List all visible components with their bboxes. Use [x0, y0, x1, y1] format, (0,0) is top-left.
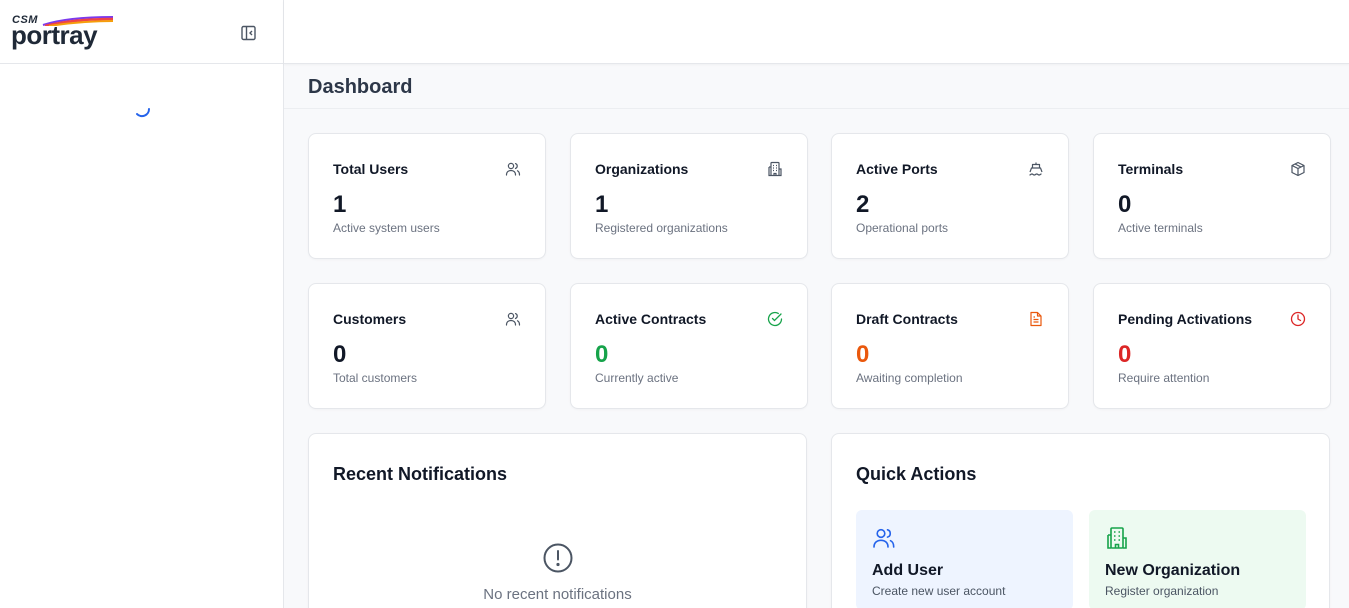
page-header: Dashboard — [284, 64, 1349, 109]
users-icon — [873, 528, 895, 548]
sidebar: CSM portray — [0, 0, 284, 608]
loading-spinner-icon — [136, 108, 151, 118]
stat-title: Active Ports — [856, 161, 938, 177]
quick-actions-panel: Quick Actions Add User Create new user a… — [831, 433, 1330, 608]
stat-value: 2 — [856, 191, 870, 218]
stat-card-terminals: Terminals 0 Active terminals — [1093, 133, 1331, 259]
check-circle-icon — [767, 311, 783, 327]
box-icon — [1291, 161, 1305, 177]
stat-description: Operational ports — [856, 221, 949, 235]
document-icon — [1030, 311, 1042, 327]
users-icon — [505, 312, 521, 326]
quick-action-description: Create new user account — [872, 584, 1006, 598]
panel-title: Quick Actions — [856, 464, 977, 484]
stat-value: 0 — [1118, 191, 1132, 218]
empty-state-text: No recent notifications — [483, 586, 632, 603]
new-organization-button[interactable]: New Organization Register organization — [1089, 510, 1306, 608]
logo[interactable]: CSM portray — [11, 14, 115, 50]
building-icon — [768, 161, 782, 177]
building-icon — [1107, 527, 1127, 549]
quick-action-title: New Organization — [1105, 562, 1241, 579]
stat-value: 0 — [856, 341, 870, 368]
alert-circle-icon — [543, 543, 573, 573]
page-title: Dashboard — [308, 76, 413, 98]
stat-title: Pending Activations — [1118, 311, 1253, 327]
stat-description: Currently active — [595, 371, 679, 385]
stat-value: 0 — [333, 341, 347, 368]
add-user-button[interactable]: Add User Create new user account — [856, 510, 1073, 608]
stat-value: 1 — [595, 191, 609, 218]
stat-card-organizations: Organizations 1 Registered organizations — [570, 133, 808, 259]
stat-value: 0 — [595, 341, 609, 368]
quick-action-title: Add User — [872, 562, 944, 579]
recent-notifications-panel: Recent Notifications No recent notificat… — [308, 433, 807, 608]
stat-card-total-users: Total Users 1 Active system users — [308, 133, 546, 259]
stat-title: Total Users — [333, 161, 409, 177]
stat-value: 1 — [333, 191, 347, 218]
stat-card-active-ports: Active Ports 2 Operational ports — [831, 133, 1069, 259]
stat-description: Awaiting completion — [856, 371, 963, 385]
stat-title: Customers — [333, 311, 407, 327]
stat-value: 0 — [1118, 341, 1132, 368]
stat-title: Active Contracts — [595, 311, 707, 327]
stat-card-pending-activations: Pending Activations 0 Require attention — [1093, 283, 1331, 409]
logo-wordmark: portray — [11, 20, 98, 50]
stat-title: Terminals — [1118, 161, 1184, 177]
ship-icon — [1029, 162, 1043, 176]
stat-description: Total customers — [333, 371, 418, 385]
stat-title: Organizations — [595, 161, 689, 177]
stat-description: Active system users — [333, 221, 440, 235]
stat-card-customers: Customers 0 Total customers — [308, 283, 546, 409]
clock-icon — [1290, 311, 1306, 327]
stat-title: Draft Contracts — [856, 311, 958, 327]
sidebar-header: CSM portray — [0, 0, 283, 64]
stat-card-draft-contracts: Draft Contracts 0 Awaiting completion — [831, 283, 1069, 409]
stat-description: Require attention — [1118, 371, 1210, 385]
stat-description: Active terminals — [1118, 221, 1203, 235]
stat-description: Registered organizations — [595, 221, 728, 235]
panel-title: Recent Notifications — [333, 464, 508, 484]
quick-action-description: Register organization — [1105, 584, 1219, 598]
stat-card-active-contracts: Active Contracts 0 Currently active — [570, 283, 808, 409]
users-icon — [505, 162, 521, 176]
sidebar-collapse-icon[interactable] — [240, 24, 258, 42]
top-bar — [284, 0, 1349, 64]
